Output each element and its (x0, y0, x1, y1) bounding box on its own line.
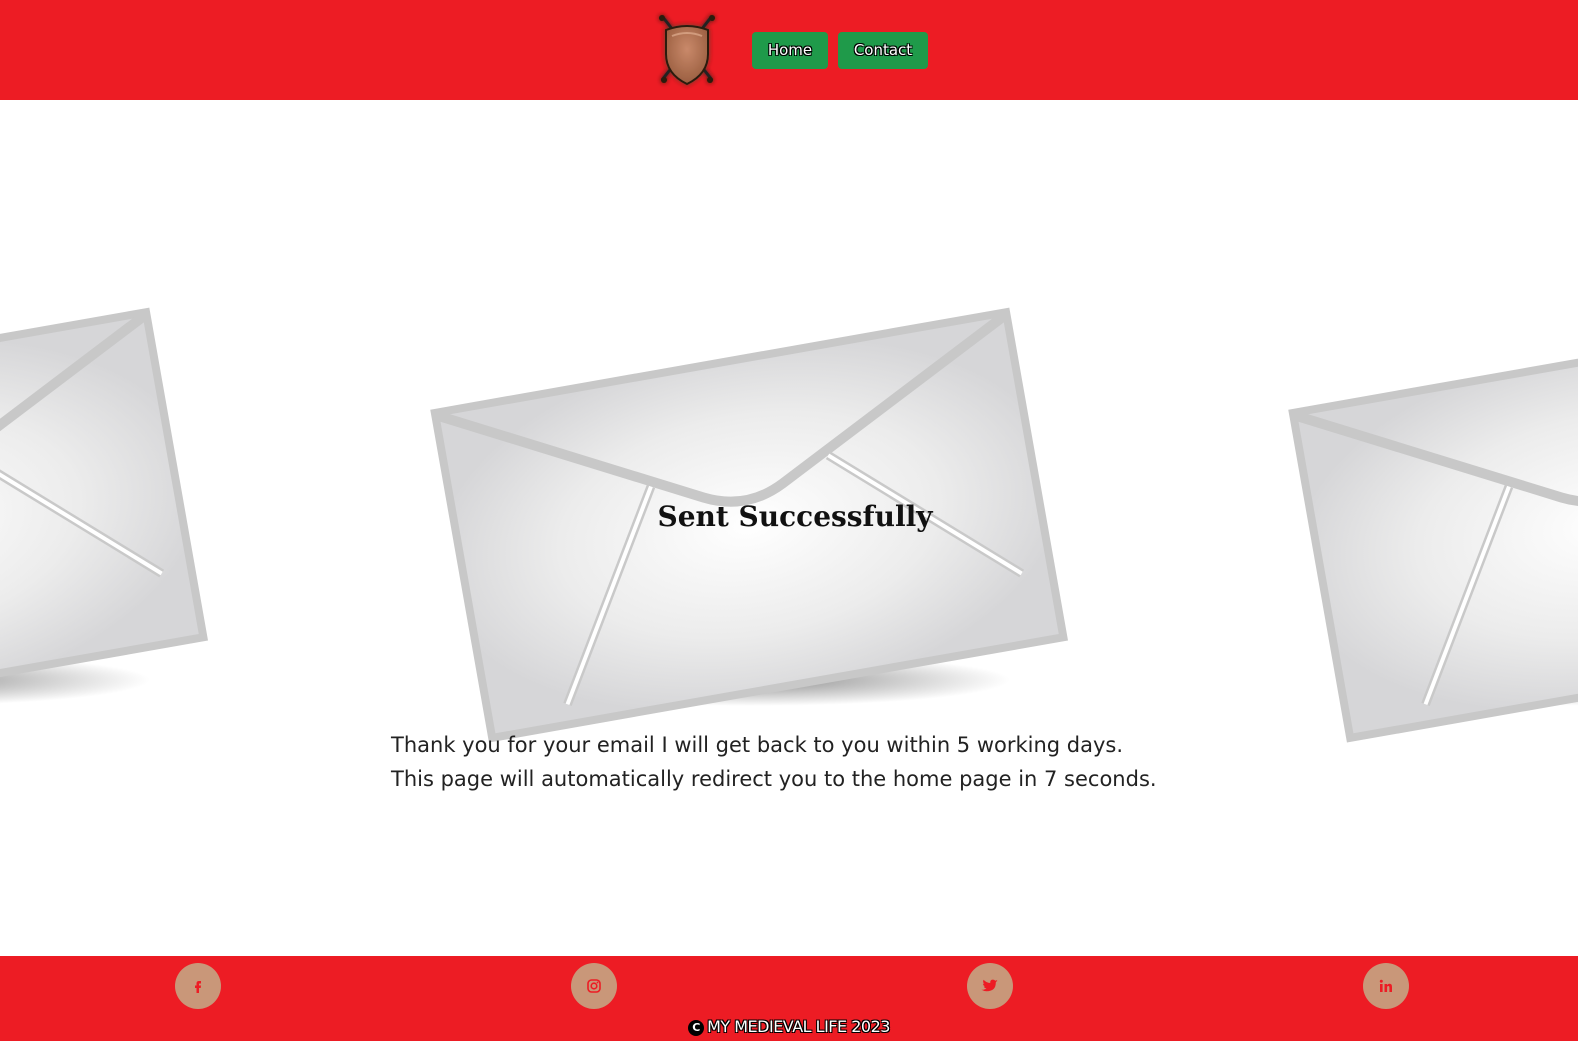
message-line-2: This page will automatically redirect yo… (391, 767, 1157, 791)
confirmation-message: Thank you for your email I will get back… (391, 728, 1291, 796)
message-line-1: Thank you for your email I will get back… (391, 733, 1124, 757)
copyright-notice: C MY MEDIEVAL LIFE 2023 (0, 1017, 1578, 1036)
envelope-right (1293, 312, 1578, 738)
site-header: Home Contact (0, 0, 1578, 100)
nav-contact-button[interactable]: Contact (838, 32, 928, 69)
main-content: Sent Successfully Thank you for your ema… (0, 100, 1578, 956)
instagram-icon (587, 979, 601, 993)
copyright-text: MY MEDIEVAL LIFE 2023 (707, 1017, 890, 1036)
linkedin-icon (1379, 979, 1392, 992)
facebook-icon (195, 981, 201, 993)
sent-successfully-title: Sent Successfully (657, 500, 933, 533)
site-footer: C MY MEDIEVAL LIFE 2023 (0, 956, 1578, 1041)
facebook-link[interactable] (175, 963, 221, 1009)
twitter-icon (981, 979, 998, 992)
instagram-link[interactable] (571, 963, 617, 1009)
nav-home-button[interactable]: Home (752, 32, 828, 69)
envelope-left (0, 312, 203, 738)
twitter-link[interactable] (967, 963, 1013, 1009)
copyright-icon: C (688, 1019, 705, 1036)
shield-logo-icon[interactable] (652, 10, 722, 90)
linkedin-link[interactable] (1363, 963, 1409, 1009)
